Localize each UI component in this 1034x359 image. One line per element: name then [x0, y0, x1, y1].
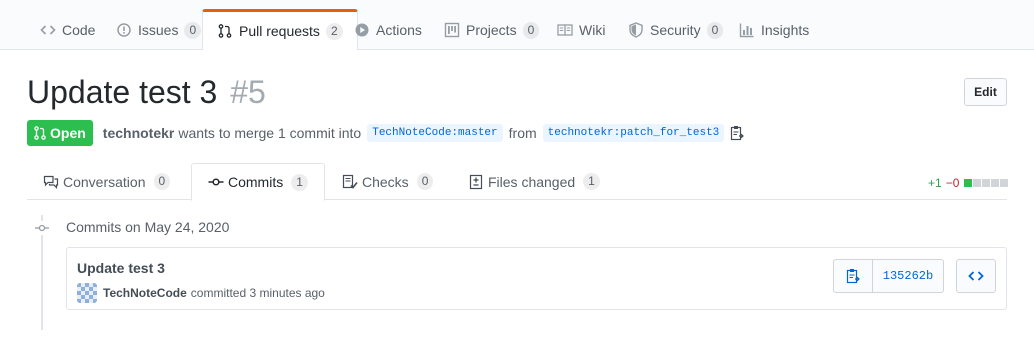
diffstat-additions: +1: [928, 176, 942, 190]
tab-conversation[interactable]: Conversation 0: [27, 163, 186, 200]
diffstat: +1 −0: [928, 176, 1009, 190]
status-label: Open: [50, 125, 86, 141]
play-icon: [354, 22, 370, 38]
diffstat-block: [982, 179, 991, 187]
tab-actions[interactable]: Actions: [340, 10, 436, 50]
git-commit-icon: [208, 174, 224, 190]
issue-icon: [116, 22, 132, 38]
commit-title-link[interactable]: Update test 3: [77, 260, 165, 276]
tab-projects[interactable]: Projects 0: [430, 10, 553, 50]
commit-author-link[interactable]: TechNoteCode: [103, 286, 187, 300]
tab-counter: 1: [291, 173, 308, 191]
tab-counter: 0: [522, 21, 540, 39]
avatar[interactable]: [77, 283, 97, 303]
tab-pull-requests[interactable]: Pull requests 2: [202, 9, 358, 50]
tab-insights[interactable]: Insights: [725, 10, 823, 50]
code-icon: [968, 271, 984, 281]
diffstat-block: [964, 179, 973, 187]
tab-label: Wiki: [579, 22, 606, 38]
clipboard-icon: [846, 269, 860, 284]
book-icon: [557, 22, 573, 38]
code-icon: [40, 22, 56, 38]
checklist-icon: [342, 174, 358, 190]
tab-label: Issues: [138, 22, 179, 38]
tab-issues[interactable]: Issues 0: [102, 10, 215, 50]
tab-counter: 0: [706, 21, 724, 39]
pull-request-icon: [217, 23, 233, 39]
tab-label: Conversation: [63, 173, 146, 190]
tab-code[interactable]: Code: [26, 10, 109, 50]
author-link[interactable]: technotekr: [103, 125, 175, 141]
pr-tabnav: Conversation 0 Commits 1 Checks 0 Files …: [27, 163, 1007, 201]
pr-number: #5: [230, 74, 266, 110]
comment-discussion-icon: [43, 174, 59, 190]
tab-label: Actions: [376, 22, 422, 38]
project-icon: [444, 22, 460, 38]
tab-label: Code: [62, 22, 96, 38]
commit-meta: TechNoteCode committed 3 minutes ago: [77, 283, 325, 303]
edit-button[interactable]: Edit: [964, 78, 1007, 106]
tab-wiki[interactable]: Wiki: [543, 10, 619, 50]
diffstat-block: [973, 179, 982, 187]
repo-nav: Code Issues 0 Pull requests 2 Actions Pr…: [0, 0, 1034, 50]
tab-counter: 0: [416, 173, 434, 190]
tab-security[interactable]: Security 0: [614, 10, 737, 50]
status-badge: Open: [27, 120, 93, 146]
commits-date-heading: Commits on May 24, 2020: [66, 219, 230, 235]
commit-sha-group: 135262b: [833, 259, 944, 293]
merge-text: wants to merge 1 commit into: [178, 125, 362, 141]
commit-list-item: Update test 3 TechNoteCode committed 3 m…: [66, 247, 1007, 310]
pr-title: Update test 3: [27, 74, 218, 110]
tab-label: Commits: [228, 174, 284, 190]
tab-label: Checks: [362, 173, 409, 190]
from-text: from: [508, 125, 537, 141]
tab-commits[interactable]: Commits 1: [191, 163, 325, 201]
page-title: Update test 3 #5: [27, 74, 266, 111]
tab-label: Files changed: [488, 173, 576, 190]
copy-sha-button[interactable]: [833, 259, 873, 293]
pull-request-icon: [34, 126, 46, 140]
head-branch[interactable]: technotekr:patch_for_test3: [542, 124, 725, 142]
commit-sha-link[interactable]: 135262b: [873, 259, 944, 293]
tab-label: Pull requests: [239, 23, 320, 39]
pr-meta: Open technotekr wants to merge 1 commit …: [27, 120, 745, 146]
tab-label: Projects: [466, 22, 517, 38]
clipboard-icon[interactable]: [730, 125, 745, 141]
diff-icon: [468, 174, 484, 190]
graph-icon: [739, 22, 755, 38]
git-commit-icon: [34, 221, 50, 235]
diffstat-block: [991, 179, 1000, 187]
tab-counter: 0: [184, 21, 202, 39]
tab-checks[interactable]: Checks 0: [326, 163, 449, 200]
commit-time: committed 3 minutes ago: [190, 286, 325, 300]
diffstat-block: [1000, 179, 1009, 187]
tab-counter: 0: [153, 173, 171, 190]
browse-files-button[interactable]: [956, 259, 996, 293]
base-branch[interactable]: TechNoteCode:master: [367, 124, 503, 142]
tab-counter: 1: [583, 173, 600, 190]
tab-files-changed[interactable]: Files changed 1: [452, 163, 616, 200]
tab-label: Insights: [761, 22, 810, 38]
tab-label: Security: [650, 22, 701, 38]
shield-icon: [628, 22, 644, 38]
diffstat-blocks: [963, 179, 1009, 187]
diffstat-deletions: −0: [945, 176, 960, 190]
